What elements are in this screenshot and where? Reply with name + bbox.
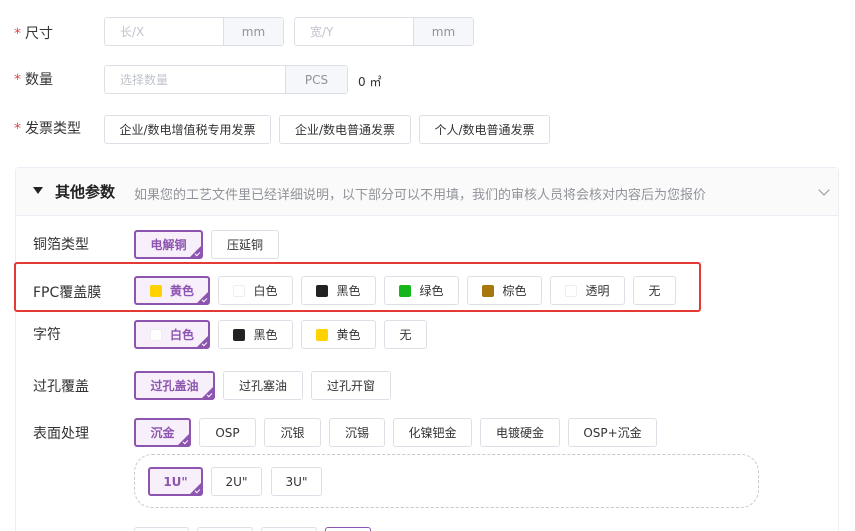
green-swatch [399,284,412,297]
required-mark: * [14,121,21,137]
finish-option-hard-gold[interactable]: 电镀硬金 [480,418,560,447]
silkscreen-option-yellow[interactable]: 黄色 [301,320,376,349]
silkscreen-option-white[interactable]: 白色 [134,320,210,349]
copper-option-electrolytic[interactable]: 电解铜 [134,230,203,259]
black-swatch [233,328,246,341]
brown-swatch [482,284,495,297]
coverlay-option-white[interactable]: 白色 [218,276,293,305]
panel-title: 其他参数 [55,183,116,201]
length-input[interactable] [105,18,223,45]
invoice-option-enterprise-normal[interactable]: 企业/数电普通发票 [279,115,411,144]
coverlay-option-yellow[interactable]: 黄色 [134,276,210,305]
finish-label: 表面处理 [33,426,89,442]
quantity-select[interactable] [105,66,285,93]
next-row-option[interactable] [261,527,317,531]
coverlay-label: FPC覆盖膜 [33,285,102,301]
invoice-label: * 发票类型 [14,121,81,137]
finish-option-immersion-silver[interactable]: 沉银 [264,418,321,447]
size-label: * 尺寸 [14,26,53,42]
caret-down-icon [33,187,43,194]
coverlay-option-none[interactable]: 无 [633,276,676,305]
via-label: 过孔覆盖 [33,379,89,395]
copper-option-rolled[interactable]: 压延铜 [211,230,279,259]
next-row-option[interactable] [197,527,253,531]
length-input-group: mm [104,17,284,46]
coverlay-option-transparent[interactable]: 透明 [550,276,625,305]
via-option-open[interactable]: 过孔开窗 [311,371,391,400]
yellow-swatch [316,328,329,341]
thickness-option-3u[interactable]: 3U" [271,467,322,496]
finish-option-osp[interactable]: OSP [199,418,256,447]
silkscreen-label: 字符 [33,327,61,343]
panel-description: 如果您的工艺文件里已经详细说明，以下部分可以不用填，我们的审核人员将会核对内容后… [134,188,707,203]
required-mark: * [14,72,21,88]
quantity-input-group: PCS [104,65,348,94]
area-value: 0 ㎡ [358,75,382,89]
length-unit: mm [223,18,283,45]
invoice-option-personal-normal[interactable]: 个人/数电普通发票 [419,115,550,144]
thickness-option-2u[interactable]: 2U" [211,467,262,496]
width-input-group: mm [294,17,474,46]
chevron-down-icon[interactable] [818,184,830,196]
required-mark: * [14,26,21,42]
black-swatch [316,284,329,297]
coverlay-option-black[interactable]: 黑色 [301,276,376,305]
copper-label: 铜箔类型 [33,237,89,253]
silkscreen-option-black[interactable]: 黑色 [218,320,293,349]
coverlay-option-green[interactable]: 绿色 [384,276,459,305]
white-swatch [149,328,162,341]
via-option-tented[interactable]: 过孔盖油 [134,371,215,400]
coverlay-option-brown[interactable]: 棕色 [467,276,542,305]
via-option-plugged[interactable]: 过孔塞油 [223,371,303,400]
white-swatch [233,284,246,297]
quantity-unit: PCS [285,66,347,93]
width-unit: mm [413,18,473,45]
finish-option-osp-enig[interactable]: OSP+沉金 [568,418,657,447]
thickness-option-1u[interactable]: 1U" [148,467,203,496]
panel-header[interactable]: 其他参数 如果您的工艺文件里已经详细说明，以下部分可以不用填，我们的审核人员将会… [16,168,838,216]
width-input[interactable] [295,18,413,45]
invoice-option-vat-special[interactable]: 企业/数电增值税专用发票 [104,115,271,144]
yellow-swatch [149,284,162,297]
next-row-option[interactable] [134,527,189,531]
transparent-swatch [565,284,578,297]
next-row-option[interactable] [325,527,371,531]
finish-option-immersion-tin[interactable]: 沉锡 [329,418,385,447]
quantity-label: * 数量 [14,72,53,88]
finish-option-enig[interactable]: 沉金 [134,418,191,447]
finish-option-enepig[interactable]: 化镍钯金 [393,418,472,447]
silkscreen-option-none[interactable]: 无 [384,320,427,349]
